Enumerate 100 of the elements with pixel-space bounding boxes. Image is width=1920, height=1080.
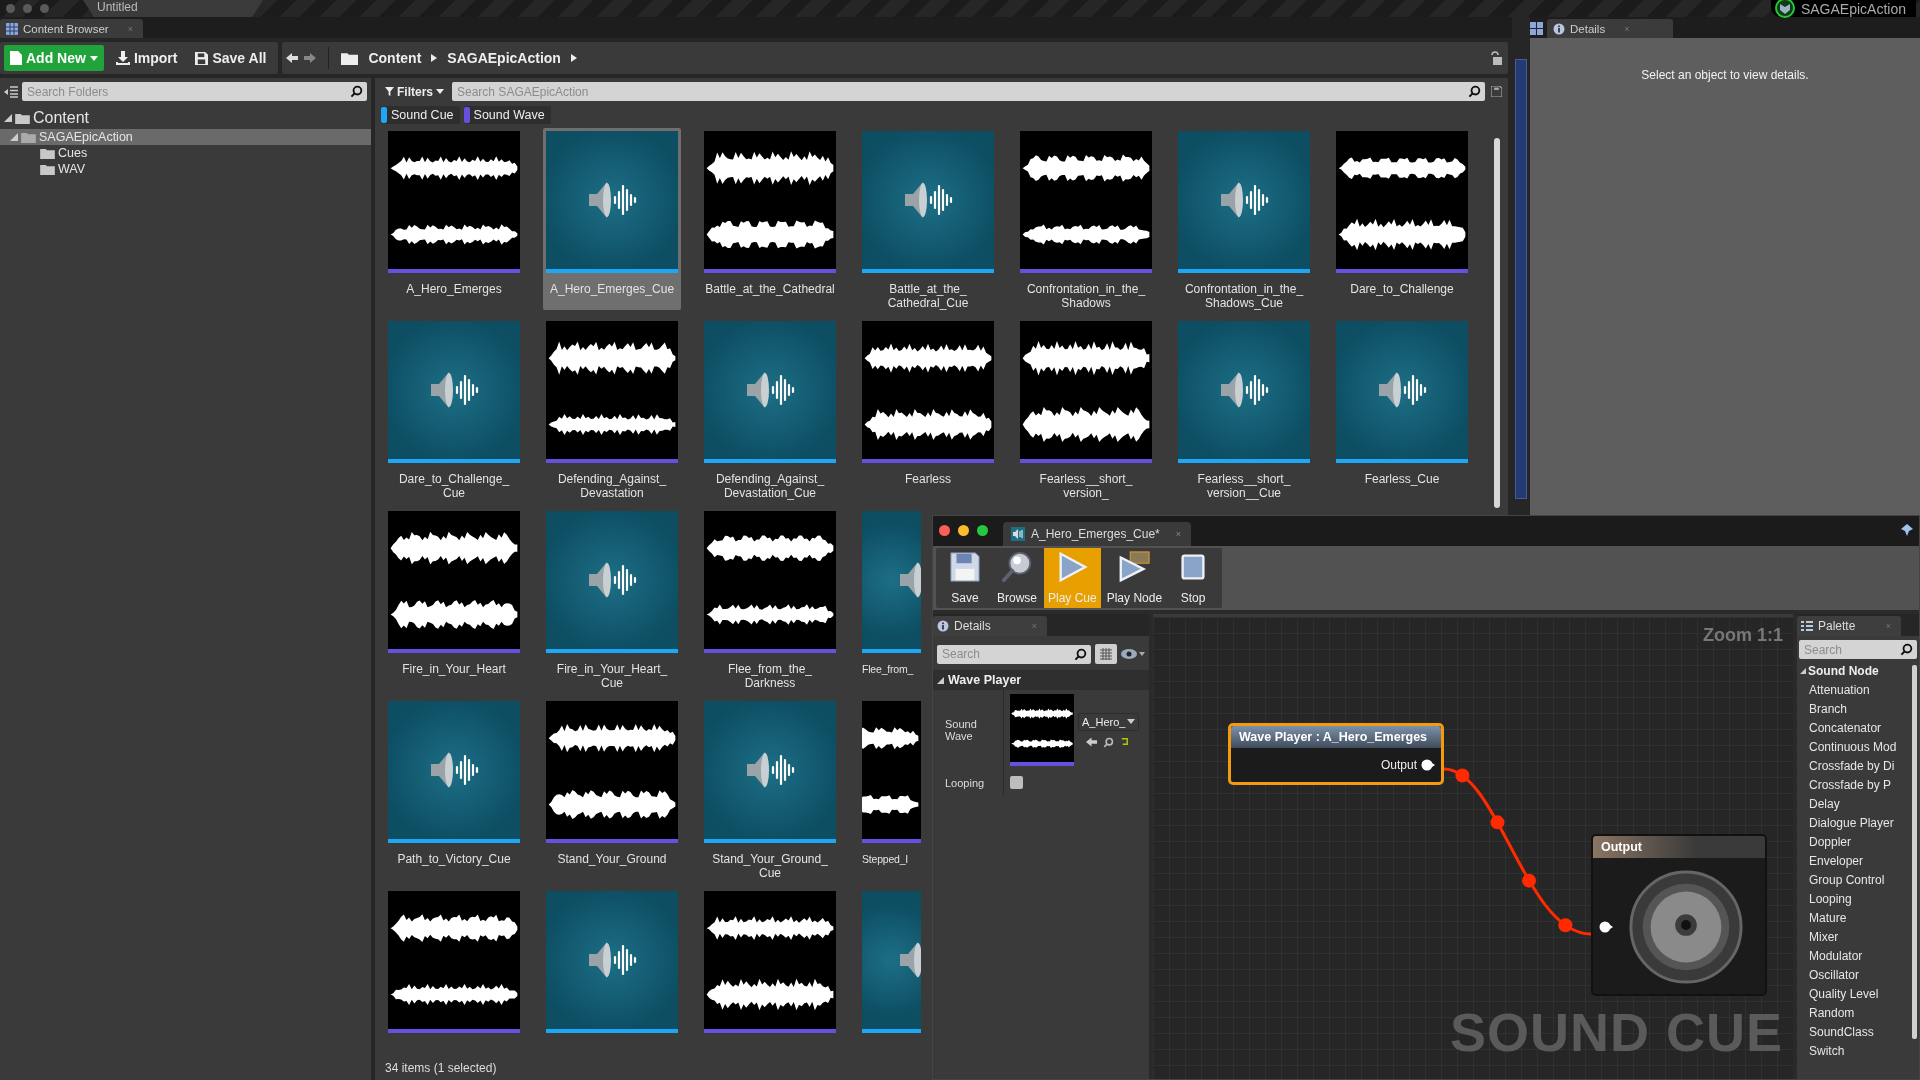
details-tab[interactable]: Details ×	[1547, 19, 1673, 38]
document-tab[interactable]: Untitled	[83, 0, 263, 17]
asset-tile[interactable]: Battle_at_the_Cathedral	[701, 128, 839, 310]
asset-tile[interactable]: Flee_from_	[859, 508, 921, 690]
palette-item[interactable]: Attenuation	[1797, 680, 1912, 699]
maximize-window-button[interactable]	[977, 525, 988, 536]
back-arrow-icon[interactable]	[286, 53, 299, 63]
asset-tile[interactable]: Fearless	[859, 318, 997, 500]
palette-item[interactable]: Enveloper	[1797, 851, 1912, 870]
asset-tile[interactable]: Confrontation_in_the_Shadows_Cue	[1175, 128, 1313, 310]
folder-item[interactable]: SAGAEpicAction	[0, 129, 371, 145]
asset-tile[interactable]: A_Hero_Emerges	[385, 128, 523, 310]
grid-view-button[interactable]	[1095, 644, 1117, 664]
folder-item[interactable]: Cues	[0, 145, 371, 161]
looping-checkbox[interactable]	[1010, 776, 1023, 789]
palette-item[interactable]: Doppler	[1797, 832, 1912, 851]
asset-tile[interactable]: Stand_Your_Ground_Cue	[701, 698, 839, 880]
palette-item[interactable]: Switch	[1797, 1041, 1912, 1060]
output-pin-icon[interactable]	[1421, 759, 1435, 771]
palette-item[interactable]: Modulator	[1797, 946, 1912, 965]
asset-tile[interactable]: Path_to_Victory_Cue	[385, 698, 523, 880]
editor-toolbar-button[interactable]: Play Node	[1102, 548, 1167, 608]
close-window-button[interactable]	[939, 525, 950, 536]
folder-item[interactable]: Content	[0, 107, 371, 129]
arrow-left-icon[interactable]	[1086, 736, 1097, 747]
palette-item[interactable]: Quality Level	[1797, 984, 1912, 1003]
palette-item[interactable]: SoundClass	[1797, 1022, 1912, 1041]
asset-tile[interactable]: A_Hero_Emerges_Cue	[543, 128, 681, 310]
editor-tab[interactable]: A_Hero_Emerges_Cue* ×	[1003, 522, 1191, 546]
pin-icon[interactable]	[1901, 524, 1913, 536]
palette-item[interactable]: Random	[1797, 1003, 1912, 1022]
scrollbar[interactable]	[1494, 138, 1500, 508]
palette-item[interactable]: Dialogue Player	[1797, 813, 1912, 832]
chevron-right-icon[interactable]	[431, 54, 438, 62]
asset-dropdown[interactable]: A_Hero_	[1078, 712, 1140, 731]
details-search-field[interactable]: Search	[937, 644, 1091, 664]
editor-toolbar-button[interactable]: Save	[940, 548, 990, 608]
palette-item[interactable]: Crossfade by P	[1797, 775, 1912, 794]
editor-toolbar-button[interactable]: Browse	[992, 548, 1042, 608]
palette-item[interactable]: Concatenator	[1797, 718, 1912, 737]
forward-arrow-icon[interactable]	[304, 53, 317, 63]
search-icon[interactable]	[1103, 736, 1114, 748]
content-browser-tab[interactable]: Content Browser ×	[0, 19, 143, 38]
palette-item[interactable]: Oscillator	[1797, 965, 1912, 984]
filter-chip[interactable]: Sound Cue	[381, 106, 460, 124]
eye-icon[interactable]	[1121, 648, 1145, 660]
palette-item[interactable]: Branch	[1797, 699, 1912, 718]
palette-item[interactable]: Continuous Mod	[1797, 737, 1912, 756]
search-icon[interactable]	[1468, 85, 1481, 98]
palette-search-field[interactable]: Search	[1799, 640, 1917, 659]
section-header[interactable]: Wave Player	[933, 670, 1149, 690]
details-tab[interactable]: Details ×	[933, 616, 1047, 636]
toolbar-button[interactable]: Save All	[189, 45, 273, 71]
asset-tile[interactable]: Defending_Against_Devastation_Cue	[701, 318, 839, 500]
output-node[interactable]: Output	[1591, 834, 1767, 996]
tree-list-icon[interactable]	[4, 85, 18, 98]
palette-category[interactable]: Sound Node	[1797, 661, 1912, 680]
minimize-window-button[interactable]	[958, 525, 969, 536]
toolbar-button[interactable]: Import	[109, 45, 184, 71]
filter-chip[interactable]: Sound Wave	[463, 106, 551, 124]
asset-tile[interactable]: Stand_Your_Ground	[543, 698, 681, 880]
expand-triangle-icon[interactable]	[4, 114, 12, 122]
breadcrumb-link[interactable]: Content	[364, 50, 426, 66]
search-icon[interactable]	[1074, 647, 1087, 661]
editor-toolbar-button[interactable]: Stop	[1168, 548, 1219, 608]
asset-tile[interactable]: Fearless__short_version_	[1017, 318, 1155, 500]
palette-item[interactable]: Mixer	[1797, 927, 1912, 946]
asset-tile[interactable]: Fearless__short_version__Cue	[1175, 318, 1313, 500]
palette-item[interactable]: Delay	[1797, 794, 1912, 813]
asset-tile[interactable]: Fire_in_Your_Heart	[385, 508, 523, 690]
window-layout-icon[interactable]	[1530, 22, 1543, 35]
asset-tile[interactable]: Stepped_I	[859, 698, 921, 880]
asset-search-field[interactable]: Search SAGAEpicAction	[452, 82, 1485, 101]
expand-triangle-icon[interactable]	[10, 133, 18, 141]
asset-tile[interactable]: Dare_to_Challenge	[1333, 128, 1471, 310]
palette-item[interactable]: Mature	[1797, 908, 1912, 927]
palette-item[interactable]: Group Control	[1797, 870, 1912, 889]
palette-tab[interactable]: Palette ×	[1797, 616, 1901, 636]
asset-tile[interactable]: Confrontation_in_the_Shadows	[1017, 128, 1155, 310]
search-icon[interactable]	[350, 85, 363, 98]
asset-tile[interactable]: Dare_to_Challenge_Cue	[385, 318, 523, 500]
asset-tile[interactable]: Fire_in_Your_Heart_Cue	[543, 508, 681, 690]
folder-item[interactable]: WAV	[0, 161, 371, 177]
waveform-thumbnail[interactable]	[1010, 694, 1074, 766]
chevron-right-icon[interactable]	[570, 54, 577, 62]
lock-icon[interactable]	[1490, 51, 1502, 65]
input-pin-icon[interactable]	[1599, 921, 1613, 933]
scrollbar[interactable]	[1912, 665, 1917, 1039]
search-icon[interactable]	[1900, 643, 1913, 656]
breadcrumb-link[interactable]: SAGAEpicAction	[443, 50, 565, 66]
expand-triangle-icon[interactable]	[1800, 667, 1806, 674]
palette-item[interactable]: Crossfade by Di	[1797, 756, 1912, 775]
wave-player-node[interactable]: Wave Player : A_Hero_Emerges Output	[1228, 723, 1444, 785]
palette-item[interactable]: Looping	[1797, 889, 1912, 908]
folder-search-field[interactable]: Search Folders	[22, 82, 367, 101]
asset-tile[interactable]: Fearless_Cue	[1333, 318, 1471, 500]
filters-button[interactable]: Filters	[383, 84, 446, 99]
asset-tile[interactable]: Battle_at_the_Cathedral_Cue	[859, 128, 997, 310]
asset-tile[interactable]: Defending_Against_Devastation	[543, 318, 681, 500]
asset-tile[interactable]: Flee_from_the_Darkness	[701, 508, 839, 690]
